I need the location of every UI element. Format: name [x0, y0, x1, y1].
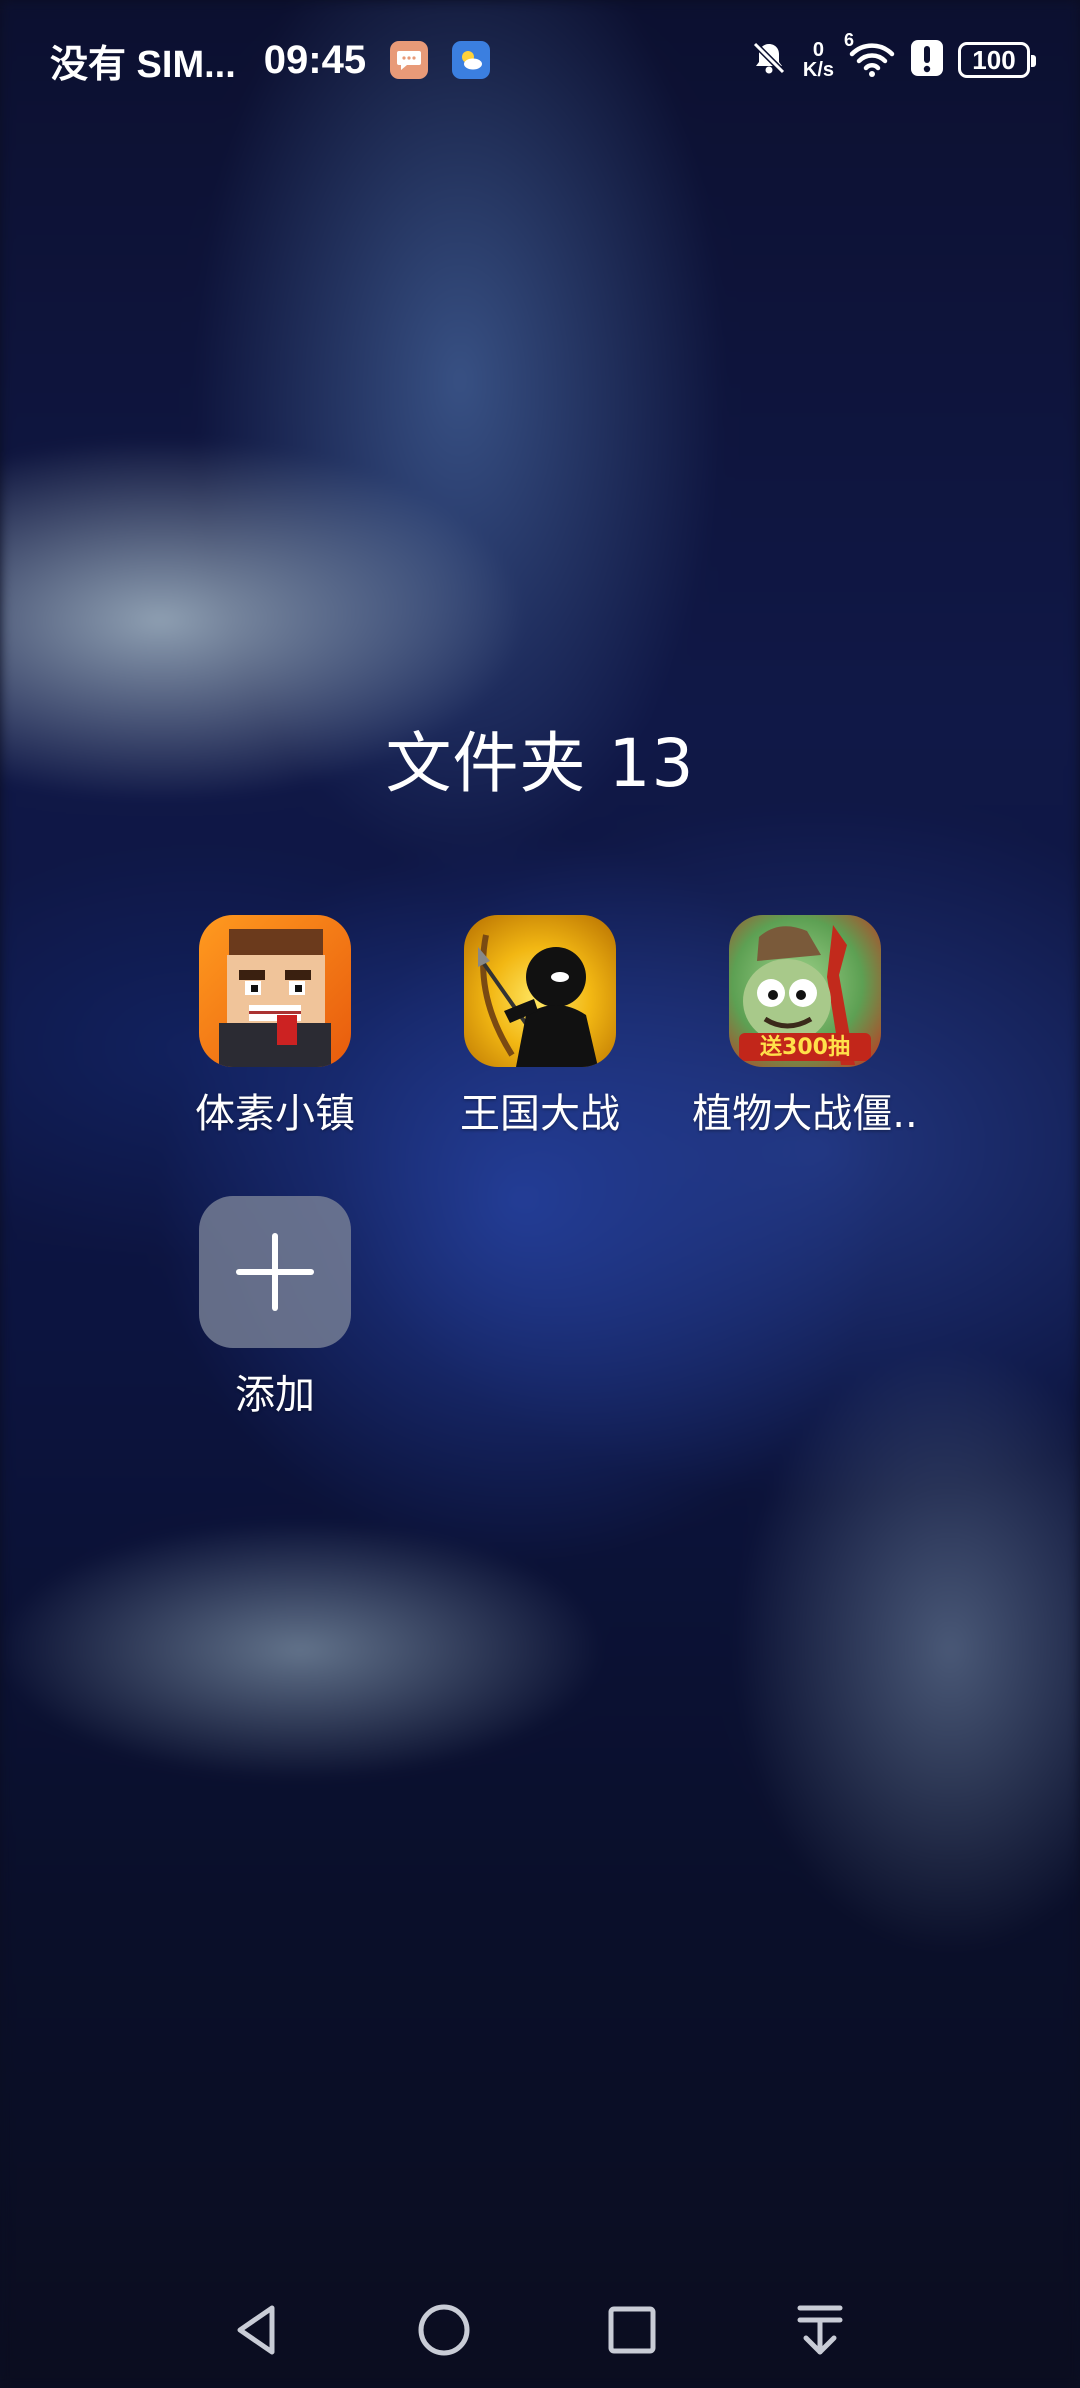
plus-icon[interactable] — [199, 1196, 351, 1348]
signal-label: 6 — [844, 30, 855, 50]
app-plants-vs-zombies[interactable]: 送300抽 植物大战僵.. — [673, 915, 937, 1139]
weather-notification-icon — [452, 41, 491, 79]
message-notification-icon — [390, 41, 429, 79]
recents-icon[interactable] — [592, 2290, 672, 2370]
carrier-label: 没有 SIM... — [50, 43, 236, 86]
kingdom-war-app-icon[interactable] — [464, 915, 616, 1067]
mute-icon — [749, 38, 789, 83]
net-speed: 0 K/s — [803, 40, 834, 80]
app-kingdom-war[interactable]: 王国大战 — [408, 915, 672, 1139]
collapse-down-icon[interactable] — [780, 2290, 860, 2370]
battery-icon: 100 — [958, 42, 1036, 78]
voxel-town-app-icon[interactable] — [199, 915, 351, 1067]
app-label: 植物大战僵.. — [692, 1091, 918, 1137]
wallpaper — [0, 0, 1080, 2388]
app-label: 体素小镇 — [195, 1091, 355, 1137]
alert-icon — [910, 39, 944, 82]
plants-vs-zombies-app-icon[interactable]: 送300抽 — [729, 915, 881, 1067]
add-label: 添加 — [235, 1372, 315, 1418]
net-speed-value: 0 — [812, 39, 824, 61]
promo-badge: 送300抽 — [760, 1035, 850, 1060]
add-app-button[interactable]: 添加 — [143, 1196, 407, 1420]
net-speed-unit: K/s — [802, 59, 834, 81]
battery-level: 100 — [972, 44, 1016, 75]
status-bar: 没有 SIM... 09:45 0 K/s 6 100 — [0, 0, 1080, 120]
app-voxel-town[interactable]: 体素小镇 — [143, 915, 407, 1139]
wifi-icon: 6 — [844, 30, 896, 80]
folder-title[interactable]: 文件夹 13 — [0, 710, 1080, 806]
back-icon[interactable] — [216, 2290, 296, 2370]
app-label: 王国大战 — [460, 1091, 620, 1137]
navigation-bar — [0, 2290, 1080, 2370]
clock: 09:45 — [263, 37, 367, 82]
home-icon[interactable] — [404, 2290, 484, 2370]
